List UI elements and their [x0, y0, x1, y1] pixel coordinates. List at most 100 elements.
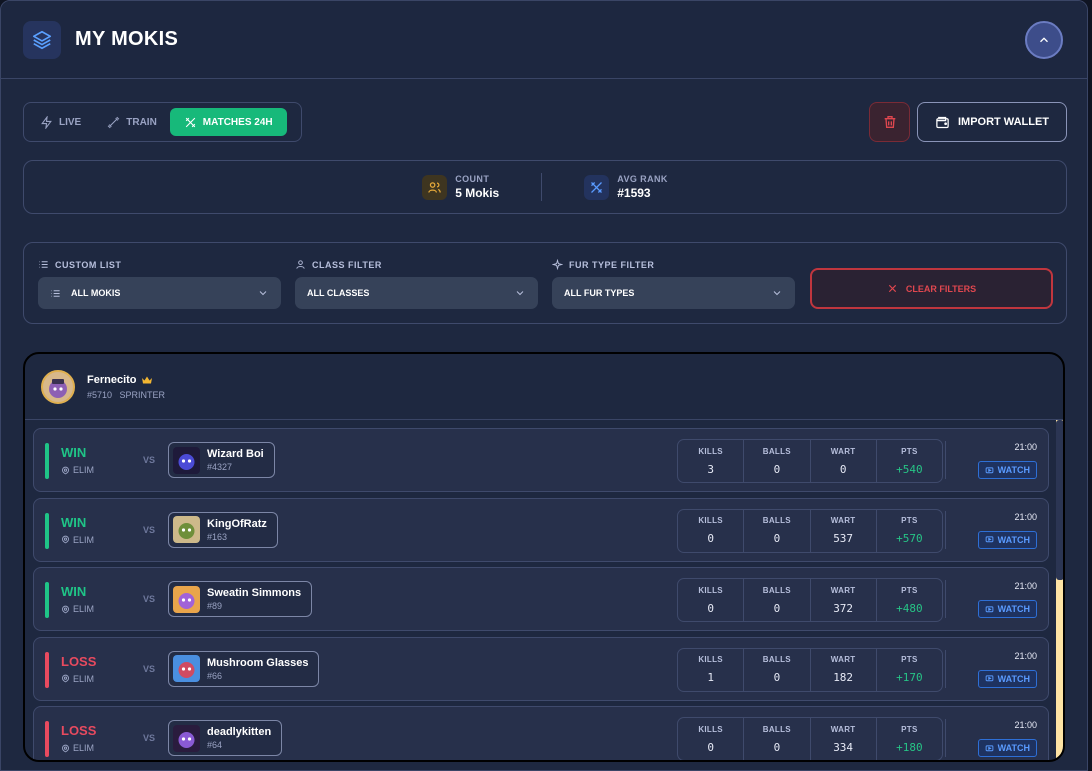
opponent-chip[interactable]: Mushroom Glasses #66 [168, 650, 320, 687]
kills-cell: KILLS 0 [678, 579, 745, 621]
list-icon [39, 261, 48, 268]
opponent-id: #163 [207, 531, 228, 542]
custom-list-select[interactable]: ALL MOKIS [38, 277, 281, 309]
moki-card-header: Fernecito #5710 SPRINTER [25, 354, 1063, 420]
opponent-id: #64 [207, 740, 223, 750]
match-row[interactable]: LOSS ELIM VS Mushroom Glasses #66 KILLS 1… [33, 636, 1049, 701]
watch-label: WATCH [997, 743, 1030, 753]
balls-value: 0 [773, 532, 781, 545]
kills-label: KILLS [698, 446, 723, 456]
wallet-icon [936, 116, 949, 128]
match-time: 21:00 [1014, 581, 1037, 591]
watch-label: WATCH [997, 673, 1030, 684]
sparkles-icon [552, 259, 563, 270]
pts-label: PTS [901, 585, 918, 595]
wart-cell: WART 182 [811, 648, 877, 691]
tab-train[interactable]: TRAIN [94, 108, 170, 136]
match-mode: ELIM [61, 674, 94, 684]
swords-icon [185, 117, 196, 127]
watch-button[interactable]: WATCH [977, 530, 1037, 549]
opponent-avatar [173, 724, 200, 752]
match-mode: ELIM [61, 535, 94, 545]
match-row[interactable]: WIN ELIM VS Sweatin Simmons #89 KILLS 0 B… [33, 567, 1049, 631]
opponent-chip[interactable]: Wizard Boi #4327 [168, 442, 275, 478]
row-divider [945, 649, 946, 688]
collapse-button[interactable] [1025, 21, 1063, 59]
match-row[interactable]: LOSS ELIM VS deadlykitten #64 KILLS 0 BAL… [33, 706, 1049, 760]
fur-type-value: ALL FUR TYPES [564, 288, 635, 298]
my-mokis-panel: MY MOKIS LIVE TRAIN MATCHES 24H IMPORT W… [0, 0, 1088, 771]
match-row[interactable]: WIN ELIM VS Wizard Boi #4327 KILLS 3 BALL… [33, 428, 1049, 492]
match-mode: ELIM [61, 604, 94, 614]
opponent-name: Sweatin Simmons [207, 587, 302, 599]
kills-cell: KILLS 3 [678, 440, 745, 482]
match-time: 21:00 [1014, 442, 1037, 452]
moki-name: Fernecito [87, 373, 137, 386]
balls-cell: BALLS 0 [744, 509, 811, 552]
watch-button[interactable]: WATCH [977, 600, 1037, 618]
chevron-up-icon [1040, 37, 1048, 43]
pts-label: PTS [901, 724, 918, 734]
opponent-chip[interactable]: Sweatin Simmons #89 [168, 581, 313, 617]
class-filter: CLASS FILTER ALL CLASSES [295, 259, 538, 309]
custom-list-filter: CUSTOM LIST ALL MOKIS [38, 259, 281, 309]
video-icon [985, 744, 994, 751]
delete-button[interactable] [869, 102, 910, 142]
opponent-name: deadlykitten [207, 726, 272, 738]
avg-rank-stat: AVG RANK #1593 [584, 174, 668, 200]
kills-value: 0 [707, 740, 714, 754]
stats-bar: COUNT 5 Mokis AVG RANK #1593 [23, 160, 1067, 214]
crown-icon [141, 376, 152, 383]
result-bar [45, 443, 49, 479]
class-filter-select[interactable]: ALL CLASSES [295, 277, 538, 309]
tab-matches-24h[interactable]: MATCHES 24H [169, 108, 287, 136]
custom-list-label-text: CUSTOM LIST [55, 259, 122, 270]
balls-value: 0 [773, 601, 781, 615]
import-wallet-button[interactable]: IMPORT WALLET [917, 102, 1067, 142]
result-bar [45, 651, 49, 688]
chevron-down-icon [516, 291, 524, 296]
clear-filters-button[interactable]: CLEAR FILTERS [810, 268, 1053, 309]
fur-filter-label: FUR TYPE FILTER [552, 259, 795, 270]
vs-label: VS [143, 455, 156, 465]
scroll-thumb[interactable] [1056, 420, 1063, 580]
tab-live[interactable]: LIVE [27, 108, 94, 136]
balls-value: 0 [773, 671, 781, 684]
close-icon [888, 284, 896, 293]
bolt-icon [41, 115, 52, 129]
wart-cell: WART 334 [811, 718, 877, 760]
opponent-avatar [173, 655, 200, 682]
balls-value: 0 [773, 462, 781, 476]
target-icon [62, 605, 69, 613]
vs-label: VS [143, 524, 156, 535]
avg-rank-label: AVG RANK [617, 174, 668, 184]
kills-cell: KILLS 0 [678, 509, 745, 552]
kills-label: KILLS [698, 585, 723, 595]
match-time: 21:00 [1014, 720, 1037, 730]
target-icon [62, 535, 69, 544]
wart-value: 334 [833, 740, 854, 754]
balls-cell: BALLS 0 [744, 440, 811, 482]
match-time: 21:00 [1014, 511, 1037, 522]
kills-value: 1 [707, 671, 714, 684]
match-stats: KILLS 0 BALLS 0 WART 537 PTS +570 [677, 508, 943, 553]
opponent-chip[interactable]: deadlykitten #64 [168, 720, 283, 756]
match-mode: ELIM [61, 465, 94, 475]
moki-card: Fernecito #5710 SPRINTER WIN ELIM VS Wiz… [23, 352, 1065, 762]
watch-label: WATCH [997, 534, 1030, 545]
wart-cell: WART 537 [811, 509, 877, 552]
balls-cell: BALLS 0 [744, 718, 811, 760]
opponent-chip[interactable]: KingOfRatz #163 [168, 511, 278, 548]
match-row[interactable]: WIN ELIM VS KingOfRatz #163 KILLS 0 BALLS… [33, 497, 1049, 562]
match-mode-label: ELIM [73, 465, 95, 475]
scrollbar[interactable] [1056, 420, 1063, 760]
fur-type-select[interactable]: ALL FUR TYPES [552, 277, 795, 309]
match-stats: KILLS 0 BALLS 0 WART 372 PTS +480 [677, 578, 943, 622]
kills-value: 0 [707, 532, 714, 545]
trash-icon [884, 116, 895, 128]
watch-button[interactable]: WATCH [977, 739, 1037, 757]
opponent-avatar [173, 446, 200, 474]
balls-value: 0 [773, 740, 781, 754]
watch-button[interactable]: WATCH [977, 461, 1037, 479]
watch-button[interactable]: WATCH [977, 669, 1037, 688]
